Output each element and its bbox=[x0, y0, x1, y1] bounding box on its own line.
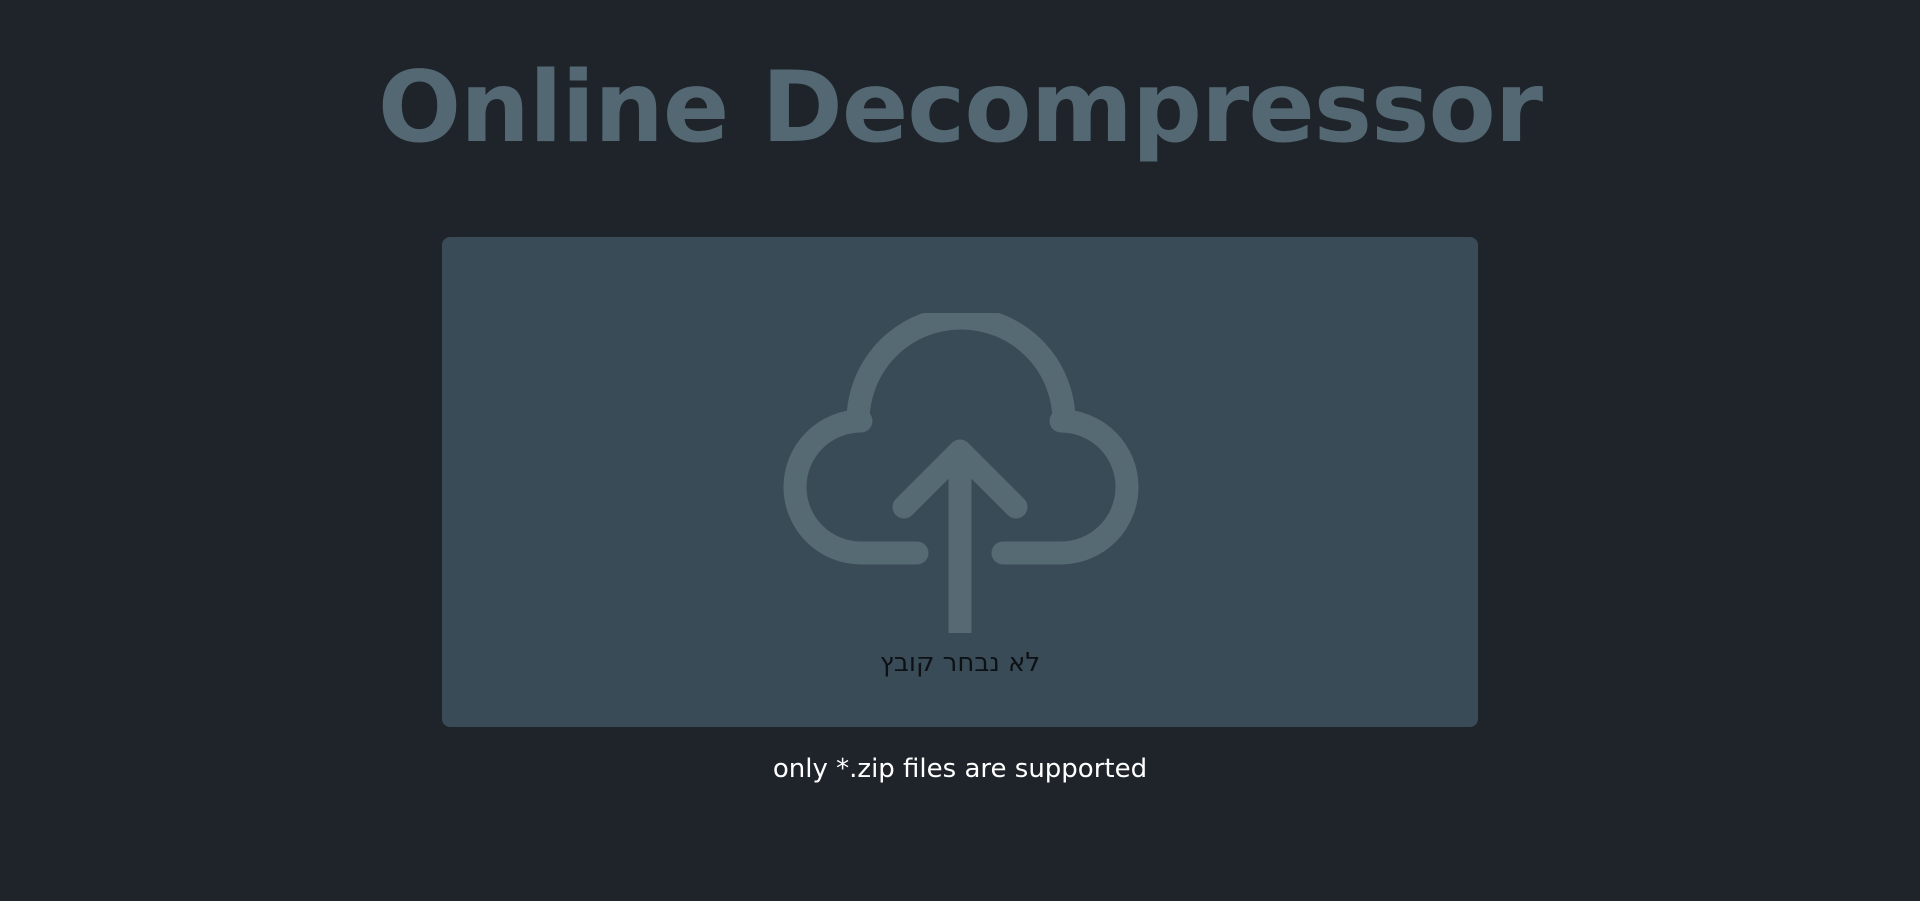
page-title: Online Decompressor bbox=[377, 51, 1543, 165]
file-drop-zone[interactable]: לא נבחר קובץ bbox=[442, 237, 1478, 727]
file-status-text: לא נבחר קובץ bbox=[879, 648, 1041, 678]
cloud-upload-icon bbox=[783, 313, 1139, 633]
supported-formats-hint: only *.zip files are supported bbox=[772, 754, 1148, 784]
page: Online Decompressor לא נבחר קובץ only *.… bbox=[0, 0, 1920, 901]
